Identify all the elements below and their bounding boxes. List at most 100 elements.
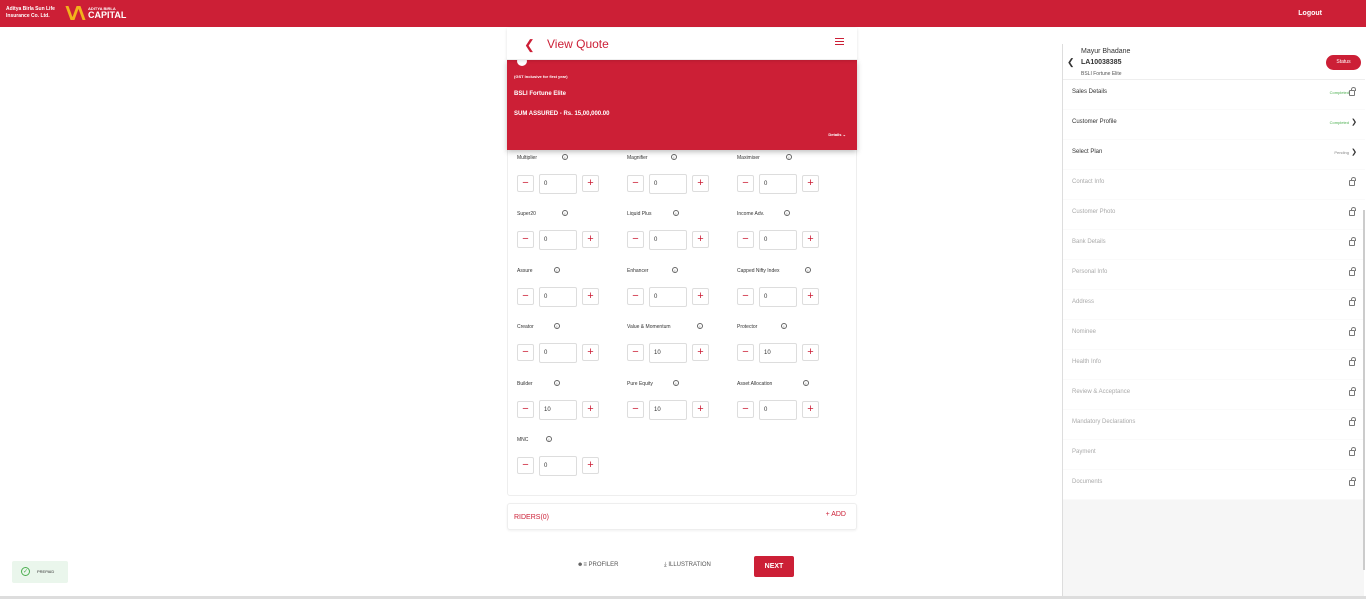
info-icon[interactable]: i xyxy=(554,267,560,273)
increment-button[interactable]: + xyxy=(802,231,819,248)
fund-percent-input[interactable]: 10 xyxy=(759,343,797,363)
increment-button[interactable]: + xyxy=(692,344,709,361)
status-button[interactable]: Status xyxy=(1326,55,1361,70)
decrement-button[interactable]: − xyxy=(627,401,644,418)
info-icon[interactable]: i xyxy=(697,323,703,329)
info-icon[interactable]: i xyxy=(562,154,568,160)
info-icon[interactable]: i xyxy=(673,380,679,386)
fund-label: Creator xyxy=(517,324,534,330)
increment-button[interactable]: + xyxy=(692,401,709,418)
increment-button[interactable]: + xyxy=(802,288,819,305)
info-icon[interactable]: i xyxy=(562,210,568,216)
info-icon[interactable]: i xyxy=(554,323,560,329)
step-label: Select Plan xyxy=(1072,149,1103,155)
decrement-button[interactable]: − xyxy=(517,288,534,305)
fund-percent-input[interactable]: 0 xyxy=(759,287,797,307)
decrement-button[interactable]: − xyxy=(627,344,644,361)
fund-row: Value & Momentum i −10 + xyxy=(627,323,727,376)
increment-button[interactable]: + xyxy=(582,344,599,361)
progress-step-mandatory-declarations: Mandatory Declarations xyxy=(1063,410,1365,440)
decrement-button[interactable]: − xyxy=(517,401,534,418)
decrement-button[interactable]: − xyxy=(517,457,534,474)
chevron-left-icon[interactable]: ❮ xyxy=(1067,57,1075,68)
step-status: Completed xyxy=(1329,120,1349,125)
progress-step-bank-details: Bank Details xyxy=(1063,230,1365,260)
fund-percent-input[interactable]: 0 xyxy=(539,343,577,363)
increment-button[interactable]: + xyxy=(582,175,599,192)
info-icon[interactable]: i xyxy=(546,436,552,442)
chevron-left-icon[interactable]: ❮ xyxy=(524,37,535,53)
fund-label: Asset Allocation xyxy=(737,381,773,387)
increment-button[interactable]: + xyxy=(802,401,819,418)
fund-percent-input[interactable]: 0 xyxy=(759,174,797,194)
scrollbar[interactable] xyxy=(1363,210,1365,570)
fund-percent-input[interactable]: 0 xyxy=(759,400,797,420)
progress-step-documents: Documents xyxy=(1063,470,1365,500)
logout-link[interactable]: Logout xyxy=(1298,10,1322,17)
decrement-button[interactable]: − xyxy=(627,231,644,248)
increment-button[interactable]: + xyxy=(582,401,599,418)
info-icon[interactable]: i xyxy=(672,267,678,273)
fund-percent-input[interactable]: 0 xyxy=(539,230,577,250)
decrement-button[interactable]: − xyxy=(627,175,644,192)
fund-percent-input[interactable]: 0 xyxy=(649,230,687,250)
increment-button[interactable]: + xyxy=(582,457,599,474)
view-quote-header: ❮ View Quote xyxy=(507,28,857,60)
fund-percent-input[interactable]: 0 xyxy=(539,456,577,476)
increment-button[interactable]: + xyxy=(582,288,599,305)
info-icon[interactable]: i xyxy=(784,210,790,216)
next-button[interactable]: NEXT xyxy=(754,556,794,577)
riders-section: RIDERS(0) + ADD xyxy=(507,503,857,530)
profiler-button[interactable]: ☻≡ PROFILER xyxy=(577,562,619,568)
info-icon[interactable]: i xyxy=(805,267,811,273)
increment-button[interactable]: + xyxy=(692,175,709,192)
info-icon[interactable]: i xyxy=(803,380,809,386)
decrement-button[interactable]: − xyxy=(737,231,754,248)
info-icon[interactable]: i xyxy=(673,210,679,216)
download-icon: ⤓ xyxy=(664,562,667,568)
step-label: Sales Details xyxy=(1072,89,1108,95)
progress-step-sales-details[interactable]: Sales Details Completed xyxy=(1063,80,1365,110)
decrement-button[interactable]: − xyxy=(737,344,754,361)
add-rider-button[interactable]: + ADD xyxy=(826,511,846,518)
fund-allocation-card: Multiplier i −0 + Magnifier i −0 + Maximiser i −0 +… xyxy=(507,140,857,496)
fund-percent-input[interactable]: 0 xyxy=(759,230,797,250)
fund-percent-input[interactable]: 0 xyxy=(539,174,577,194)
decrement-button[interactable]: − xyxy=(737,175,754,192)
fund-percent-input[interactable]: 10 xyxy=(649,343,687,363)
increment-button[interactable]: + xyxy=(802,175,819,192)
info-icon[interactable]: i xyxy=(781,323,787,329)
fund-percent-input[interactable]: 0 xyxy=(649,287,687,307)
lock-icon xyxy=(1349,357,1356,366)
info-icon[interactable]: i xyxy=(786,154,792,160)
increment-button[interactable]: + xyxy=(802,344,819,361)
progress-step-customer-profile[interactable]: Customer Profile Completed ❯ xyxy=(1063,110,1365,140)
lock-icon xyxy=(1349,387,1356,396)
capital-logo: ADITYA BIRLA CAPITAL xyxy=(65,5,126,21)
info-icon[interactable]: i xyxy=(554,380,560,386)
decrement-button[interactable]: − xyxy=(517,175,534,192)
lock-icon xyxy=(1349,267,1356,276)
decrement-button[interactable]: − xyxy=(517,231,534,248)
fund-percent-input[interactable]: 0 xyxy=(539,287,577,307)
decrement-button[interactable]: − xyxy=(737,288,754,305)
increment-button[interactable]: + xyxy=(692,231,709,248)
fund-percent-input[interactable]: 10 xyxy=(539,400,577,420)
progress-step-select-plan[interactable]: Select Plan Pending ❯ xyxy=(1063,140,1365,170)
hamburger-menu-icon[interactable] xyxy=(835,38,844,47)
info-icon[interactable]: i xyxy=(671,154,677,160)
illustration-button[interactable]: ⤓ ILLUSTRATION xyxy=(664,562,711,569)
decrement-button[interactable]: − xyxy=(517,344,534,361)
increment-button[interactable]: + xyxy=(692,288,709,305)
details-toggle[interactable]: Details ⌄ xyxy=(828,132,846,137)
increment-button[interactable]: + xyxy=(582,231,599,248)
decrement-button[interactable]: − xyxy=(627,288,644,305)
fund-percent-input[interactable]: 10 xyxy=(649,400,687,420)
gst-note: (GST Inclusive for first year) xyxy=(514,74,568,79)
step-label: Customer Photo xyxy=(1072,209,1116,215)
prepaid-badge: ✓ PREPAID xyxy=(12,561,68,583)
decrement-button[interactable]: − xyxy=(737,401,754,418)
fund-label: Assure xyxy=(517,268,533,274)
fund-percent-input[interactable]: 0 xyxy=(649,174,687,194)
progress-step-nominee: Nominee xyxy=(1063,320,1365,350)
